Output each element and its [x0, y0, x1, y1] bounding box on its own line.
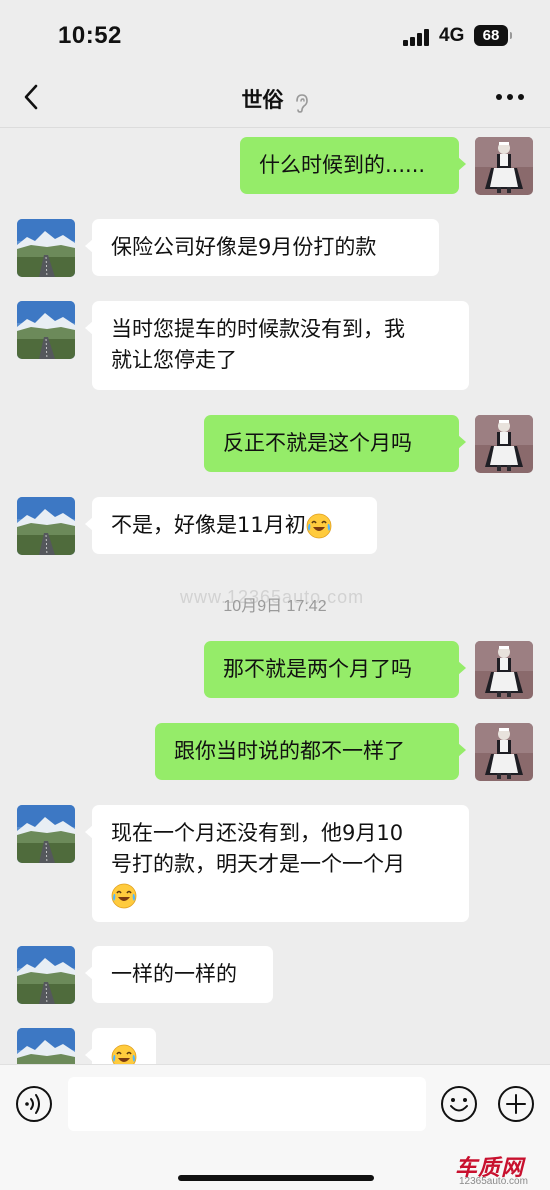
avatar[interactable]	[17, 805, 75, 863]
avatar[interactable]	[17, 301, 75, 359]
message-text: 现在一个月还没有到，他9月10 号打的款，明天才是一个一个月	[111, 821, 405, 876]
message-input[interactable]	[68, 1077, 426, 1131]
message-bubble[interactable]: 不是，好像是11月初	[85, 497, 377, 554]
brand-url: 12365auto.com	[459, 1176, 528, 1187]
chat-title: 世俗	[241, 88, 284, 112]
chat-title-wrap: 世俗	[0, 84, 550, 114]
more-icon[interactable]	[496, 94, 524, 102]
message-list[interactable]: 什么时候到的...... 保险公司好像是9月份打的款 当时您提车的时候款没有到，…	[0, 128, 550, 1064]
avatar[interactable]	[475, 723, 533, 781]
avatar[interactable]	[17, 1028, 75, 1064]
status-bar: 10:52 4G 68	[0, 0, 550, 70]
laugh-cry-emoji-icon	[306, 513, 332, 539]
emoji-icon[interactable]	[440, 1085, 478, 1123]
message-bubble[interactable]: 跟你当时说的都不一样了	[155, 723, 466, 780]
message-bubble[interactable]: 一样的一样的	[85, 946, 273, 1003]
home-indicator[interactable]	[178, 1175, 374, 1181]
status-time: 10:52	[58, 22, 122, 49]
brand-watermark: 车质网 12365auto.com	[455, 1150, 547, 1190]
plus-icon[interactable]	[497, 1085, 535, 1123]
avatar[interactable]	[475, 641, 533, 699]
avatar[interactable]	[475, 137, 533, 195]
battery-icon: 68	[474, 25, 512, 46]
message-bubble[interactable]: 现在一个月还没有到，他9月10 号打的款，明天才是一个一个月	[85, 805, 469, 922]
laugh-cry-emoji-icon	[111, 1044, 137, 1064]
input-bar: 车质网 12365auto.com	[0, 1064, 550, 1190]
avatar[interactable]	[475, 415, 533, 473]
laugh-cry-emoji-icon	[111, 883, 137, 909]
avatar[interactable]	[17, 946, 75, 1004]
message-text: 不是，好像是11月初	[111, 513, 306, 537]
message-bubble[interactable]	[85, 1028, 156, 1064]
cellular-signal-icon	[403, 28, 433, 46]
message-bubble[interactable]: 反正不就是这个月吗	[204, 415, 466, 472]
message-bubble[interactable]: 什么时候到的......	[240, 137, 466, 194]
chat-header: 世俗	[0, 70, 550, 128]
avatar[interactable]	[17, 219, 75, 277]
watermark: www.12365auto.com	[180, 587, 365, 607]
message-bubble[interactable]: 保险公司好像是9月份打的款	[85, 219, 439, 276]
voice-icon[interactable]	[15, 1085, 53, 1123]
network-type: 4G	[439, 25, 465, 46]
message-bubble[interactable]: 那不就是两个月了吗	[204, 641, 466, 698]
message-bubble[interactable]: 当时您提车的时候款没有到，我 就让您停走了	[85, 301, 469, 390]
ear-icon	[295, 93, 308, 113]
avatar[interactable]	[17, 497, 75, 555]
